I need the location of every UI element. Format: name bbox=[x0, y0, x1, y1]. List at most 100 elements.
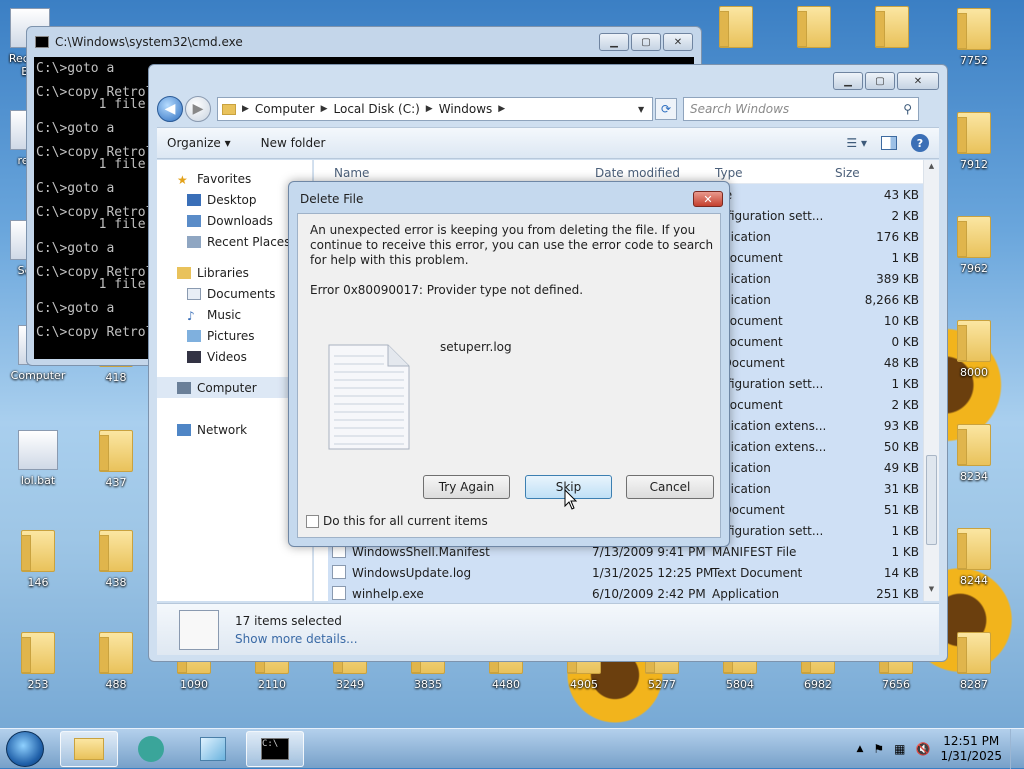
taskbar-cmd-button[interactable]: C:\ bbox=[246, 731, 304, 767]
taskbar: C:\ ▲ ⚑ ▦ 🔇 12:51 PM 1/31/2025 bbox=[0, 728, 1024, 769]
file-size: 1 KB bbox=[891, 251, 919, 265]
file-date: 1/31/2025 12:25 PM bbox=[592, 566, 714, 580]
search-input[interactable]: Search Windows ⚲ bbox=[683, 97, 919, 121]
selection-count: 17 items selected bbox=[235, 614, 342, 628]
desktop-icon-label: lol.bat bbox=[20, 474, 56, 487]
desktop-icon-label: 7752 bbox=[960, 54, 988, 67]
desktop-icon-253[interactable]: 253 bbox=[8, 632, 68, 691]
folder-icon bbox=[99, 632, 133, 674]
close-button[interactable]: ✕ bbox=[693, 191, 723, 207]
taskbar-explorer-button[interactable] bbox=[60, 731, 118, 767]
help-icon[interactable]: ? bbox=[911, 134, 929, 152]
table-row[interactable]: winhelp.exe 6/10/2009 2:42 PM Application 2… bbox=[328, 583, 923, 604]
file-size: 176 KB bbox=[876, 230, 919, 244]
desktop-icon-438[interactable]: 438 bbox=[86, 530, 146, 589]
volume-muted-icon[interactable]: 🔇 bbox=[916, 742, 931, 756]
minimize-button[interactable]: ▁ bbox=[599, 33, 629, 51]
desktop-icon-lol-bat[interactable]: lol.bat bbox=[8, 430, 68, 487]
action-center-flag-icon[interactable]: ⚑ bbox=[873, 742, 884, 756]
column-date[interactable]: Date modified bbox=[595, 166, 680, 180]
desktop-icon-8287[interactable]: 8287 bbox=[944, 632, 1004, 691]
clock[interactable]: 12:51 PM 1/31/2025 bbox=[940, 734, 1002, 764]
column-size[interactable]: Size bbox=[835, 166, 860, 180]
apply-to-all-checkbox[interactable]: Do this for all current items bbox=[306, 514, 488, 528]
organize-button[interactable]: Organize ▾ bbox=[167, 136, 231, 150]
folder-icon bbox=[957, 216, 991, 258]
desktop-icon-label: 146 bbox=[27, 576, 49, 589]
scroll-down-icon[interactable]: ▼ bbox=[924, 585, 939, 599]
chevron-down-icon[interactable]: ▼ bbox=[638, 105, 652, 114]
desktop-icon-146[interactable]: 146 bbox=[8, 530, 68, 589]
desktop-icon-7912[interactable]: 7912 bbox=[944, 112, 1004, 171]
minimize-button[interactable]: ▁ bbox=[833, 72, 863, 90]
show-more-details-link[interactable]: Show more details... bbox=[235, 632, 358, 646]
desktop-icon-label: 3835 bbox=[414, 678, 442, 691]
refresh-button[interactable]: ⟳ bbox=[655, 98, 677, 120]
address-bar[interactable]: ▶ Computer ▶ Local Disk (C:) ▶ Windows ▶… bbox=[217, 97, 653, 121]
downloads-icon bbox=[187, 214, 201, 227]
view-options-icon[interactable]: ☰ ▾ bbox=[846, 136, 867, 150]
view-controls: ☰ ▾ ? bbox=[846, 134, 929, 152]
file-name: winhelp.exe bbox=[352, 587, 424, 601]
folder-icon bbox=[957, 8, 991, 50]
file-size: 51 KB bbox=[883, 503, 919, 517]
show-hidden-icons-icon[interactable]: ▲ bbox=[856, 744, 863, 754]
cancel-button[interactable]: Cancel bbox=[626, 475, 714, 499]
desktop-icon-folder[interactable] bbox=[706, 6, 766, 52]
table-row[interactable]: WindowsUpdate.log 1/31/2025 12:25 PM Text … bbox=[328, 562, 923, 583]
desktop-icon-437[interactable]: 437 bbox=[86, 430, 146, 489]
desktop-icon-7752[interactable]: 7752 bbox=[944, 8, 1004, 67]
delete-file-dialog[interactable]: Delete File ✕ An unexpected error is kee… bbox=[288, 181, 730, 547]
desktop-icon-label: 8244 bbox=[960, 574, 988, 587]
computer-icon bbox=[177, 381, 191, 394]
vertical-scrollbar[interactable]: ▲ ▼ bbox=[923, 160, 939, 601]
new-folder-button[interactable]: New folder bbox=[261, 136, 326, 150]
scroll-thumb[interactable] bbox=[926, 455, 937, 545]
checkbox[interactable] bbox=[306, 514, 319, 528]
taskbar-app-button[interactable] bbox=[122, 731, 180, 767]
file-date: 6/10/2009 2:42 PM bbox=[592, 587, 706, 601]
desktop-icon-label: 488 bbox=[105, 678, 127, 691]
forward-button[interactable]: ▶ bbox=[185, 96, 211, 122]
desktop-icon-label: 438 bbox=[105, 576, 127, 589]
desktop-icon-folder[interactable] bbox=[862, 6, 922, 52]
network-icon[interactable]: ▦ bbox=[894, 742, 905, 756]
desktop-icon-label: 8000 bbox=[960, 366, 988, 379]
file-size: 31 KB bbox=[883, 482, 919, 496]
maximize-button[interactable]: ▢ bbox=[631, 33, 661, 51]
desktop-icon-8000[interactable]: 8000 bbox=[944, 320, 1004, 379]
desktop-icon-7962[interactable]: 7962 bbox=[944, 216, 1004, 275]
file-name: setuperr.log bbox=[440, 340, 512, 354]
close-button[interactable]: ✕ bbox=[897, 72, 939, 90]
desktop-icon-label: 253 bbox=[27, 678, 49, 691]
column-name[interactable]: Name bbox=[334, 166, 369, 180]
scroll-up-icon[interactable]: ▲ bbox=[924, 162, 939, 176]
file-size: 1 KB bbox=[891, 377, 919, 391]
desktop-icon-label: 437 bbox=[105, 476, 127, 489]
desktop-icon-8244[interactable]: 8244 bbox=[944, 528, 1004, 587]
start-button[interactable] bbox=[6, 731, 44, 767]
show-desktop-button[interactable] bbox=[1010, 729, 1024, 769]
folder-icon bbox=[99, 430, 133, 472]
try-again-button[interactable]: Try Again bbox=[423, 475, 510, 499]
maximize-button[interactable]: ▢ bbox=[865, 72, 895, 90]
music-icon: ♪ bbox=[187, 308, 195, 323]
nav-label: Pictures bbox=[207, 328, 255, 343]
desktop-icon-folder[interactable] bbox=[784, 6, 844, 52]
error-code: Error 0x80090017: Provider type not defi… bbox=[310, 283, 584, 297]
breadcrumb-local-disk[interactable]: Local Disk (C:) bbox=[334, 102, 420, 116]
preview-pane-icon[interactable] bbox=[881, 136, 897, 150]
chevron-right-icon[interactable]: ▶ bbox=[321, 104, 328, 114]
desktop-icon-8234[interactable]: 8234 bbox=[944, 424, 1004, 483]
column-type[interactable]: Type bbox=[715, 166, 743, 180]
close-button[interactable]: ✕ bbox=[663, 33, 693, 51]
chevron-right-icon[interactable]: ▶ bbox=[426, 104, 433, 114]
taskbar-app-button[interactable] bbox=[184, 731, 242, 767]
search-icon[interactable]: ⚲ bbox=[903, 102, 912, 116]
chevron-right-icon[interactable]: ▶ bbox=[498, 104, 505, 114]
breadcrumb-computer[interactable]: Computer bbox=[255, 102, 315, 116]
desktop-icon-488[interactable]: 488 bbox=[86, 632, 146, 691]
file-size: 49 KB bbox=[883, 461, 919, 475]
back-button[interactable]: ◀ bbox=[157, 96, 183, 122]
breadcrumb-windows[interactable]: Windows bbox=[439, 102, 493, 116]
